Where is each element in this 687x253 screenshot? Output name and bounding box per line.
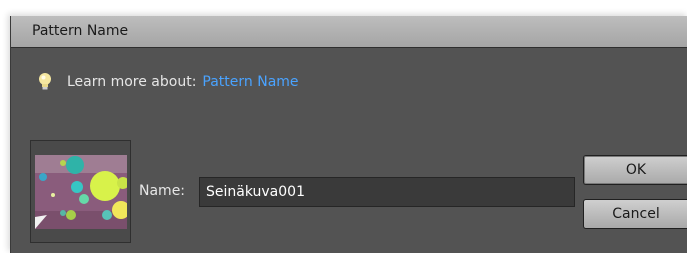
pattern-preview-frame (30, 140, 131, 243)
help-row: Learn more about: Pattern Name (37, 72, 299, 92)
pattern-name-input[interactable] (199, 177, 575, 207)
dialog-titlebar[interactable]: Pattern Name (11, 16, 687, 48)
ok-button[interactable]: OK (583, 155, 687, 185)
lightbulb-icon (39, 73, 51, 90)
cancel-button[interactable]: Cancel (583, 199, 687, 229)
pattern-thumbnail (35, 155, 127, 229)
help-prefix: Learn more about: (67, 74, 197, 90)
name-label: Name: (139, 183, 186, 199)
dialog-title: Pattern Name (32, 23, 129, 39)
help-link[interactable]: Pattern Name (202, 74, 298, 90)
pattern-name-dialog: Pattern Name Learn more about: Pattern N… (10, 16, 687, 253)
